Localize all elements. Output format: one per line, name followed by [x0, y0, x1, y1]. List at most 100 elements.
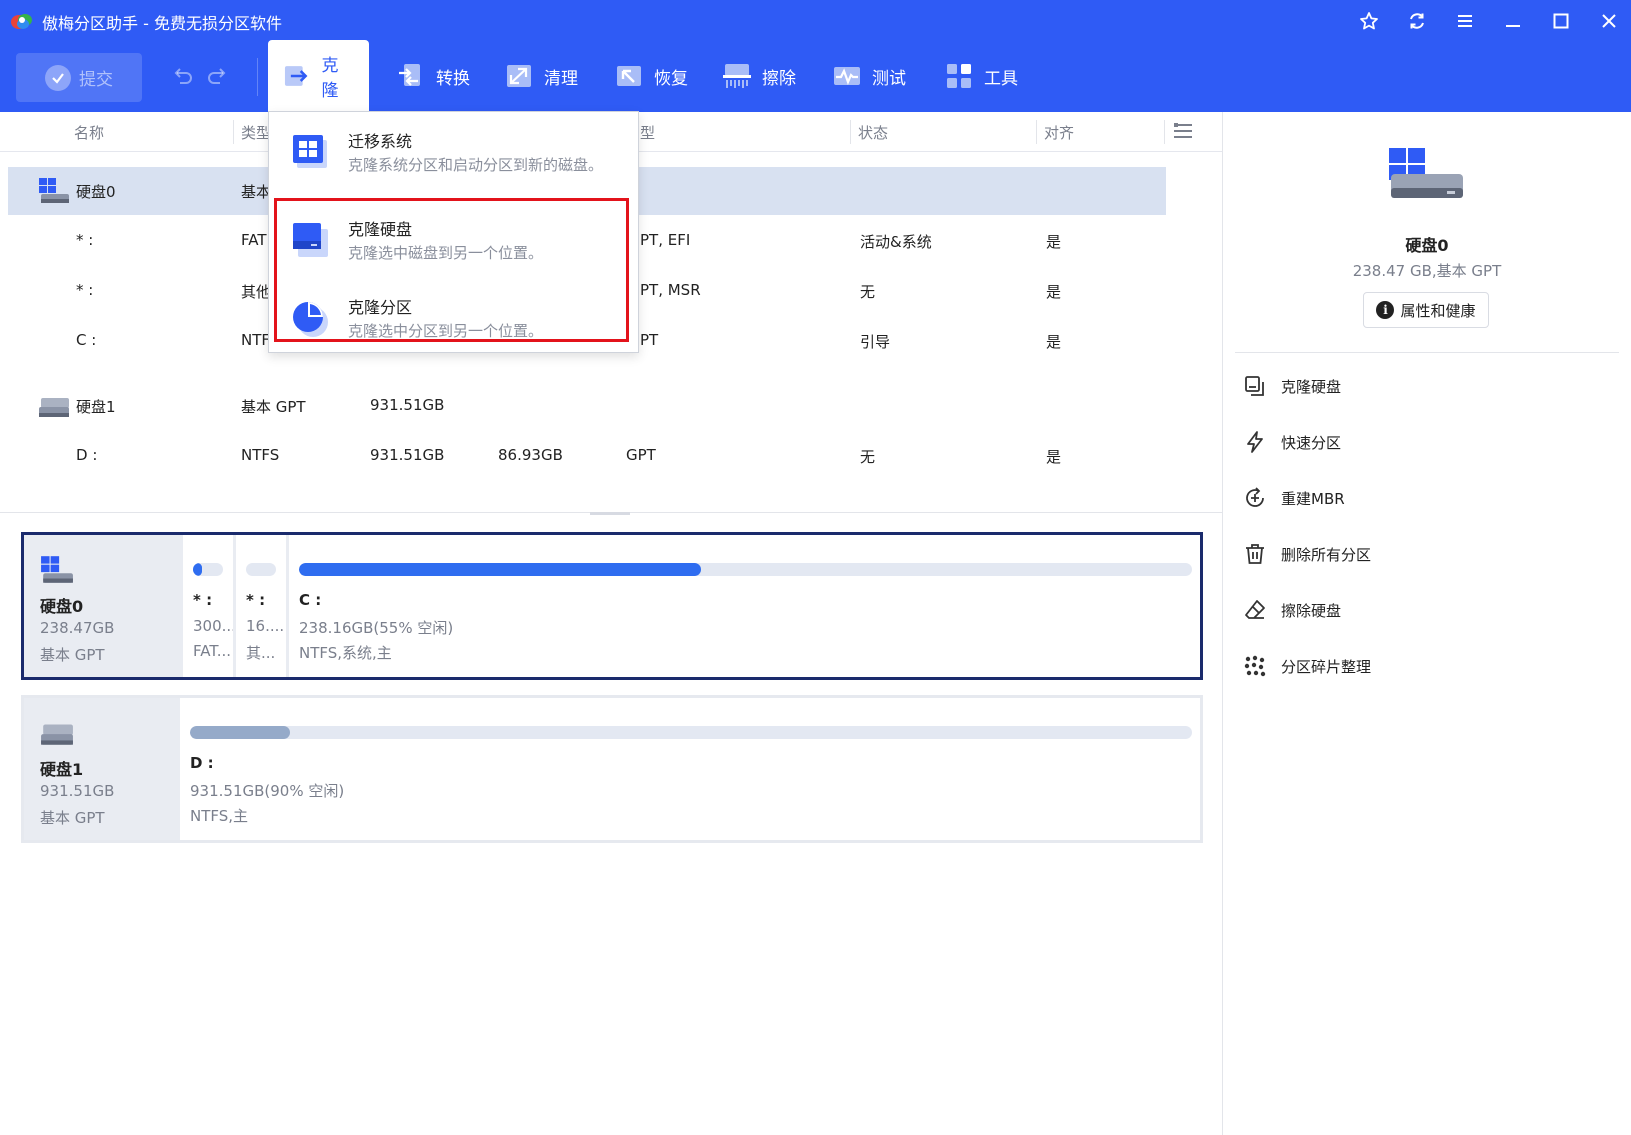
- app-title: 傲梅分区助手 - 免费无损分区软件: [42, 14, 282, 33]
- undo-icon[interactable]: [170, 64, 196, 90]
- clone-disk-icon: [293, 223, 328, 257]
- op-quick-partition[interactable]: 快速分区: [1243, 427, 1341, 457]
- partition-name: * :: [193, 591, 213, 609]
- col-style[interactable]: 型: [640, 122, 655, 143]
- clone-dropdown-menu: 迁移系统 克隆系统分区和启动分区到新的磁盘。 克隆硬盘 克隆选中磁盘到另一个位置…: [268, 111, 639, 353]
- partition-block[interactable]: * : 300... FAT...: [180, 535, 236, 677]
- partition-name: D :: [190, 754, 214, 772]
- op-clone-disk[interactable]: 克隆硬盘: [1243, 371, 1341, 401]
- refresh-icon[interactable]: [1404, 8, 1430, 34]
- usage-bar: [246, 563, 276, 576]
- tool-label: 清理: [544, 68, 578, 89]
- menu-item-title: 迁移系统: [348, 132, 413, 151]
- redo-icon[interactable]: [204, 64, 230, 90]
- properties-health-button[interactable]: i 属性和健康: [1363, 292, 1489, 328]
- row-aligned: 是: [1046, 283, 1062, 301]
- op-wipe-disk[interactable]: 擦除硬盘: [1243, 595, 1341, 625]
- tool-convert[interactable]: 转换: [382, 40, 484, 112]
- tool-wipe[interactable]: 擦除: [708, 40, 810, 112]
- col-aligned[interactable]: 对齐: [1044, 122, 1074, 143]
- tool-tools[interactable]: 工具: [930, 40, 1032, 112]
- menu-item-migrate-os[interactable]: 迁移系统 克隆系统分区和启动分区到新的磁盘。: [269, 112, 638, 190]
- row-style: PT, EFI: [640, 231, 691, 249]
- tool-label: 擦除: [762, 68, 796, 89]
- partition-size: 16....: [246, 617, 285, 635]
- system-disk-icon: [1389, 148, 1463, 198]
- splitter[interactable]: [0, 512, 1222, 515]
- op-label: 擦除硬盘: [1281, 601, 1342, 620]
- row-style: PT: [640, 331, 659, 349]
- side-disk-info: 238.47 GB,基本 GPT: [1352, 262, 1502, 280]
- partition-size: 931.51GB(90% 空闲): [190, 782, 345, 800]
- op-rebuild-mbr[interactable]: 重建MBR: [1243, 483, 1345, 513]
- disk-card-info: 硬盘0 238.47GB 基本 GPT: [24, 535, 180, 677]
- row-name: * :: [76, 231, 94, 249]
- disk-name: 硬盘0: [40, 597, 84, 616]
- usage-fill: [299, 563, 701, 576]
- row-name: 硬盘1: [76, 398, 116, 416]
- eraser-icon: [1245, 600, 1265, 619]
- usage-fill: [190, 726, 291, 739]
- clean-icon: [507, 65, 531, 87]
- menu-item-title: 克隆分区: [348, 298, 413, 317]
- row-status: 无: [860, 448, 876, 466]
- wipe-icon: [723, 64, 751, 88]
- divider: [1235, 352, 1619, 353]
- table-row-disk1[interactable]: 硬盘1 基本 GPT 931.51GB: [0, 382, 1222, 430]
- col-name[interactable]: 名称: [74, 122, 104, 143]
- menu-item-clone-disk[interactable]: 克隆硬盘 克隆选中磁盘到另一个位置。: [269, 200, 638, 278]
- tool-recover[interactable]: 恢复: [600, 40, 702, 112]
- usage-bar: [190, 726, 1192, 739]
- partition-fs: NTFS,主: [190, 807, 249, 825]
- col-type[interactable]: 类型: [241, 122, 271, 143]
- rebuild-icon: [1246, 487, 1264, 507]
- tool-clean[interactable]: 清理: [490, 40, 592, 112]
- partition-block-d[interactable]: D : 931.51GB(90% 空闲) NTFS,主: [180, 698, 1200, 840]
- splitter-grip[interactable]: [590, 512, 630, 515]
- close-icon[interactable]: [1596, 8, 1622, 34]
- row-name: D :: [76, 446, 98, 464]
- table-row-partition[interactable]: D : NTFS 931.51GB 86.93GB GPT 无 是: [0, 432, 1222, 480]
- op-delete-all[interactable]: 删除所有分区: [1243, 539, 1371, 569]
- op-label: 克隆硬盘: [1281, 377, 1342, 396]
- partition-block-c[interactable]: C : 238.16GB(55% 空闲) NTFS,系统,主: [286, 535, 1200, 677]
- tool-clone[interactable]: 克隆: [268, 40, 369, 112]
- submit-label: 提交: [79, 70, 113, 90]
- row-name: 硬盘0: [76, 183, 116, 201]
- menu-item-clone-partition[interactable]: 克隆分区 克隆选中分区到另一个位置。: [269, 278, 638, 356]
- disk-card-disk1[interactable]: 硬盘1 931.51GB 基本 GPT D : 931.51GB(90% 空闲)…: [21, 695, 1203, 843]
- clone-disk-icon: [1245, 376, 1264, 396]
- row-name: C :: [76, 331, 97, 349]
- column-settings-icon[interactable]: [1172, 120, 1194, 142]
- health-label: 属性和健康: [1400, 301, 1476, 320]
- op-label: 重建MBR: [1281, 489, 1345, 508]
- system-disk-icon: [41, 556, 73, 583]
- column-separator[interactable]: [1036, 120, 1037, 144]
- col-status[interactable]: 状态: [858, 122, 888, 143]
- usage-fill: [193, 563, 202, 576]
- disk-card-disk0[interactable]: 硬盘0 238.47GB 基本 GPT * : 300... FAT... * …: [21, 532, 1203, 680]
- partition-block[interactable]: * : 16.... 其...: [233, 535, 286, 677]
- maximize-icon[interactable]: [1548, 8, 1574, 34]
- row-aligned: 是: [1046, 233, 1062, 251]
- usage-bar: [299, 563, 1192, 576]
- convert-icon: [399, 64, 420, 86]
- column-separator[interactable]: [850, 120, 851, 144]
- lightning-icon: [1247, 431, 1263, 453]
- star-icon[interactable]: [1356, 8, 1382, 34]
- menu-icon[interactable]: [1452, 8, 1478, 34]
- row-capacity: 931.51GB: [370, 446, 445, 464]
- tool-label: 转换: [436, 68, 470, 89]
- column-separator[interactable]: [233, 120, 234, 144]
- row-type: 其他: [241, 283, 272, 301]
- submit-button[interactable]: 提交: [16, 53, 142, 102]
- disk-card-info: 硬盘1 931.51GB 基本 GPT: [24, 698, 180, 840]
- row-status: 活动&系统: [860, 233, 932, 251]
- tool-test[interactable]: 测试: [818, 40, 920, 112]
- disk-type: 基本 GPT: [40, 809, 105, 827]
- minimize-icon[interactable]: [1500, 8, 1526, 34]
- op-defrag[interactable]: 分区碎片整理: [1243, 651, 1371, 681]
- tool-label: 克隆: [321, 56, 339, 101]
- row-aligned: 是: [1046, 448, 1062, 466]
- check-icon: [45, 64, 71, 91]
